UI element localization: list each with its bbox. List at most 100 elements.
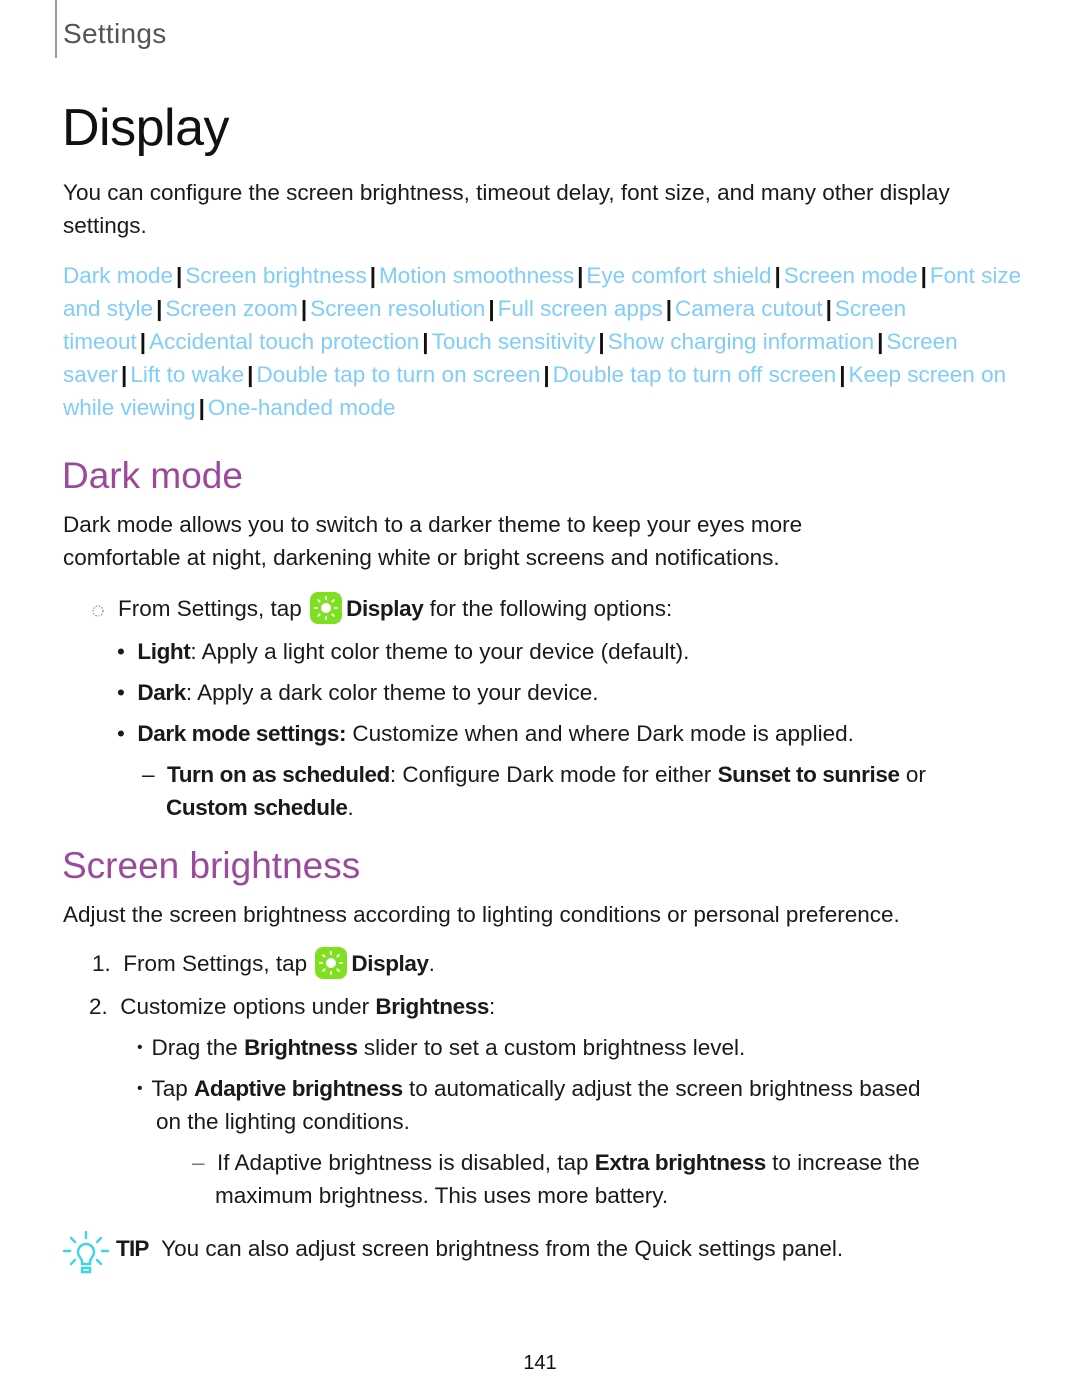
link-separator: | (543, 362, 550, 387)
topic-link[interactable]: Screen zoom (165, 296, 298, 321)
link-separator: | (300, 296, 308, 321)
brightness-bullet-slider: • Drag the Brightness slider to set a cu… (137, 1031, 745, 1064)
intro-text: You can configure the screen brightness,… (63, 180, 950, 238)
topic-link[interactable]: Double tap to turn off screen (553, 362, 837, 387)
sub-option-bold: Sunset to sunrise (717, 762, 900, 787)
sub-option-text: : Configure Dark mode for either (389, 762, 718, 787)
topic-link[interactable]: Full screen apps (498, 296, 663, 321)
topic-link[interactable]: Accidental touch protection (149, 329, 419, 354)
bullet-bold: Brightness (244, 1035, 358, 1060)
link-separator: | (198, 395, 205, 420)
brightness-sub-bullet: – If Adaptive brightness is disabled, ta… (192, 1146, 920, 1179)
link-separator: | (121, 362, 128, 387)
brightness-step-2: 2. Customize options under Brightness: (89, 990, 495, 1023)
option-text: Customize when and where Dark mode is ap… (346, 721, 854, 746)
dash-icon: – (192, 1150, 218, 1175)
step-number: 2. (89, 994, 108, 1019)
page-title: Display (62, 99, 230, 157)
bullet-text: Tap (151, 1076, 195, 1101)
tip-label: TIP (116, 1236, 149, 1261)
option-label: Light (137, 639, 191, 664)
step-app-name: Display (346, 596, 424, 621)
topic-link[interactable]: Screen resolution (310, 296, 485, 321)
bullet-icon: • (117, 639, 138, 664)
dark-mode-step: From Settings, tap Display for the follo… (118, 592, 672, 625)
bullet-icon: • (137, 1039, 152, 1056)
sub-option-text: or (899, 762, 926, 787)
brightness-bullet-adaptive-cont: on the lighting conditions. (156, 1109, 410, 1134)
link-separator: | (422, 329, 429, 354)
topic-link[interactable]: Eye comfort shield (586, 263, 771, 288)
option-label: Dark (137, 680, 186, 705)
section-label: Settings (63, 18, 167, 49)
screen-brightness-description: Adjust the screen brightness according t… (63, 902, 900, 927)
topic-link[interactable]: Show charging information (608, 329, 874, 354)
brightness-sub-bullet-cont: maximum brightness. This uses more batte… (215, 1183, 669, 1208)
sub-option-text: . (347, 795, 354, 820)
topic-link[interactable]: Lift to wake (130, 362, 244, 387)
display-settings-icon (310, 592, 343, 624)
bullet-icon: • (117, 721, 138, 746)
bullet-text: Drag the (151, 1035, 245, 1060)
link-separator: | (920, 263, 927, 288)
bullet-icon: • (117, 680, 138, 705)
sub-bullet-bold: Extra brightness (594, 1150, 767, 1175)
tip-row: TIP You can also adjust screen brightnes… (116, 1232, 843, 1265)
link-separator: | (839, 362, 846, 387)
page-number: 141 (523, 1352, 557, 1374)
step-suffix: : (488, 994, 496, 1019)
topic-link[interactable]: Motion smoothness (379, 263, 574, 288)
display-settings-icon (315, 947, 348, 979)
link-separator: | (247, 362, 254, 387)
topic-link[interactable]: Screen mode (784, 263, 918, 288)
step-prefix: Customize options under (120, 994, 376, 1019)
link-separator: | (665, 296, 673, 321)
link-separator: | (825, 296, 832, 321)
sub-option-label: Turn on as scheduled (167, 762, 390, 787)
option-dark-mode-settings: • Dark mode settings: Customize when and… (117, 717, 854, 750)
dash-icon: – (142, 762, 168, 787)
topic-link[interactable]: Screen brightness (185, 263, 366, 288)
lightbulb-icon (62, 1230, 110, 1283)
topic-link[interactable]: One-handed mode (208, 395, 396, 420)
step-suffix: . (428, 951, 435, 976)
bullet-bold: Adaptive brightness (194, 1076, 403, 1101)
link-separator: | (488, 296, 495, 321)
option-dark: • Dark: Apply a dark color theme to your… (117, 676, 599, 709)
link-separator: | (877, 329, 884, 354)
link-separator: | (156, 296, 163, 321)
sub-bullet-text: to increase the (765, 1150, 920, 1175)
brightness-step-1: 1. From Settings, tap Display. (92, 947, 435, 980)
tip-text: You can also adjust screen brightness fr… (161, 1236, 844, 1261)
link-separator: | (598, 329, 605, 354)
option-text: : Apply a light color theme to your devi… (190, 639, 690, 664)
step-number: 1. (92, 951, 111, 976)
step-prefix: From Settings, tap (123, 951, 308, 976)
step-bold: Brightness (375, 994, 489, 1019)
topic-link[interactable]: Double tap to turn on screen (256, 362, 540, 387)
sub-bullet-text: If Adaptive brightness is disabled, tap (217, 1150, 595, 1175)
topic-link[interactable]: Dark mode (63, 263, 173, 288)
step-app-name: Display (351, 951, 429, 976)
brightness-bullet-adaptive: • Tap Adaptive brightness to automatical… (137, 1072, 921, 1105)
sub-option-bold: Custom schedule (166, 795, 348, 820)
bullet-text: slider to set a custom brightness level. (357, 1035, 746, 1060)
screen-brightness-heading: Screen brightness (62, 845, 361, 886)
bullet-icon: • (137, 1080, 152, 1097)
topic-link[interactable]: Touch sensitivity (432, 329, 596, 354)
step-suffix: for the following options: (429, 596, 673, 621)
topic-links: Dark mode | Screen brightness | Motion smoot… (63, 259, 1033, 424)
link-separator: | (369, 263, 376, 288)
dark-mode-heading: Dark mode (62, 455, 243, 496)
sub-option-scheduled: – Turn on as scheduled: Configure Dark m… (142, 758, 926, 791)
step-circle-icon (91, 604, 105, 623)
option-label: Dark mode settings: (137, 721, 347, 746)
link-separator: | (774, 263, 781, 288)
step-prefix: From Settings, tap (118, 596, 302, 621)
bullet-text: to automatically adjust the screen brigh… (402, 1076, 921, 1101)
topic-link[interactable]: Camera cutout (675, 296, 823, 321)
link-separator: | (577, 263, 584, 288)
link-separator: | (139, 329, 147, 354)
header-rule (55, 0, 57, 58)
sub-option-scheduled-cont: Custom schedule. (166, 791, 354, 824)
